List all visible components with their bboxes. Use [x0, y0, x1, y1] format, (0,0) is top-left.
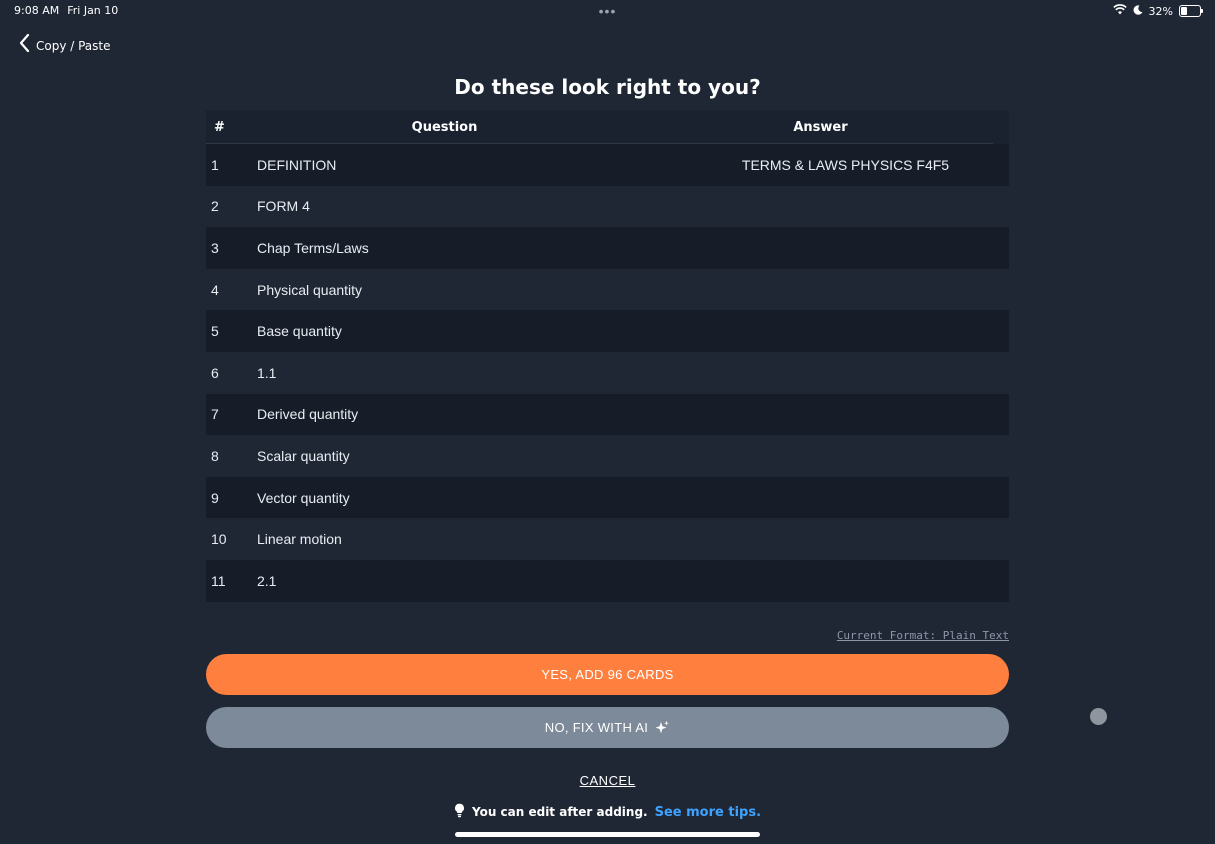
row-num: 10	[211, 531, 227, 548]
status-date: Fri Jan 10	[67, 4, 119, 17]
see-more-tips-link[interactable]: See more tips.	[655, 805, 761, 820]
fix-with-ai-button[interactable]: NO, FIX WITH AI	[206, 707, 1009, 748]
status-indicators: 32%	[1112, 4, 1203, 18]
row-num: 5	[211, 323, 219, 340]
row-num: 6	[211, 364, 219, 381]
battery-percent: 32%	[1148, 4, 1173, 18]
table-header: # Question Answer	[206, 110, 1009, 144]
page-title: Do these look right to you?	[454, 75, 761, 99]
row-question: FORM 4	[257, 198, 310, 215]
row-num: 8	[211, 447, 219, 464]
row-num: 9	[211, 489, 219, 506]
battery-fill	[1181, 7, 1187, 15]
lightbulb-icon	[454, 803, 465, 821]
sparkle-icon	[654, 720, 670, 736]
battery-icon	[1179, 5, 1203, 17]
header-answer: Answer	[793, 119, 848, 135]
table-row[interactable]: 1 DEFINITION TERMS & LAWS PHYSICS F4F5	[206, 144, 1009, 186]
row-num: 2	[211, 198, 219, 215]
row-num: 3	[211, 239, 219, 256]
header-num: #	[214, 119, 225, 135]
table-row[interactable]: 5 Base quantity	[206, 310, 1009, 352]
table-row[interactable]: 11 2.1	[206, 559, 1009, 602]
back-button[interactable]: Copy / Paste	[18, 33, 111, 58]
back-label: Copy / Paste	[36, 38, 111, 53]
table-row[interactable]: 6 1.1	[206, 351, 1009, 394]
row-question: Vector quantity	[257, 489, 350, 506]
row-question: Derived quantity	[257, 406, 359, 423]
moon-icon	[1133, 4, 1143, 18]
wifi-icon	[1112, 4, 1127, 18]
cancel-button[interactable]: CANCEL	[580, 773, 636, 788]
row-question: 2.1	[257, 572, 277, 589]
table-row[interactable]: 3 Chap Terms/Laws	[206, 227, 1009, 269]
fix-with-ai-label: NO, FIX WITH AI	[544, 720, 649, 735]
add-cards-label: YES, ADD 96 CARDS	[541, 667, 674, 682]
tip-text: You can edit after adding.	[471, 805, 648, 819]
status-bar: 9:08 AM Fri Jan 10 ••• 32%	[0, 0, 1215, 22]
assistive-touch-button[interactable]	[1090, 708, 1107, 725]
add-cards-button[interactable]: YES, ADD 96 CARDS	[206, 654, 1009, 695]
status-time: 9:08 AM	[14, 4, 60, 17]
row-question: 1.1	[257, 364, 277, 381]
row-question: DEFINITION	[257, 156, 337, 173]
current-format-link[interactable]: Current Format: Plain Text	[837, 629, 1009, 642]
chevron-left-icon	[18, 33, 30, 58]
row-answer: TERMS & LAWS PHYSICS F4F5	[741, 156, 950, 173]
home-indicator[interactable]	[455, 832, 760, 837]
table-row[interactable]: 8 Scalar quantity	[206, 435, 1009, 477]
row-num: 7	[211, 406, 219, 423]
table-row[interactable]: 4 Physical quantity	[206, 268, 1009, 311]
row-num: 11	[211, 572, 226, 589]
table-row[interactable]: 7 Derived quantity	[206, 393, 1009, 436]
table-row[interactable]: 2 FORM 4	[206, 185, 1009, 228]
cancel-row: CANCEL	[0, 773, 1215, 788]
cards-table: # Question Answer 1 DEFINITION TERMS & LAW…	[206, 110, 1009, 602]
status-clock: 9:08 AM Fri Jan 10	[14, 4, 118, 17]
row-question: Base quantity	[257, 323, 342, 340]
row-question: Linear motion	[257, 531, 342, 548]
tip-row: You can edit after adding. See more tips…	[0, 803, 1215, 821]
table-row[interactable]: 9 Vector quantity	[206, 476, 1009, 519]
row-question: Chap Terms/Laws	[257, 239, 369, 256]
row-question: Physical quantity	[257, 281, 363, 298]
header-question: Question	[411, 119, 478, 135]
row-num: 1	[211, 156, 219, 173]
row-question: Scalar quantity	[257, 447, 350, 464]
multitasking-dots-icon[interactable]: •••	[599, 3, 617, 19]
table-row[interactable]: 10 Linear motion	[206, 518, 1009, 560]
table-body: 1 DEFINITION TERMS & LAWS PHYSICS F4F5 2 FOR…	[206, 144, 1009, 602]
row-num: 4	[211, 281, 219, 298]
